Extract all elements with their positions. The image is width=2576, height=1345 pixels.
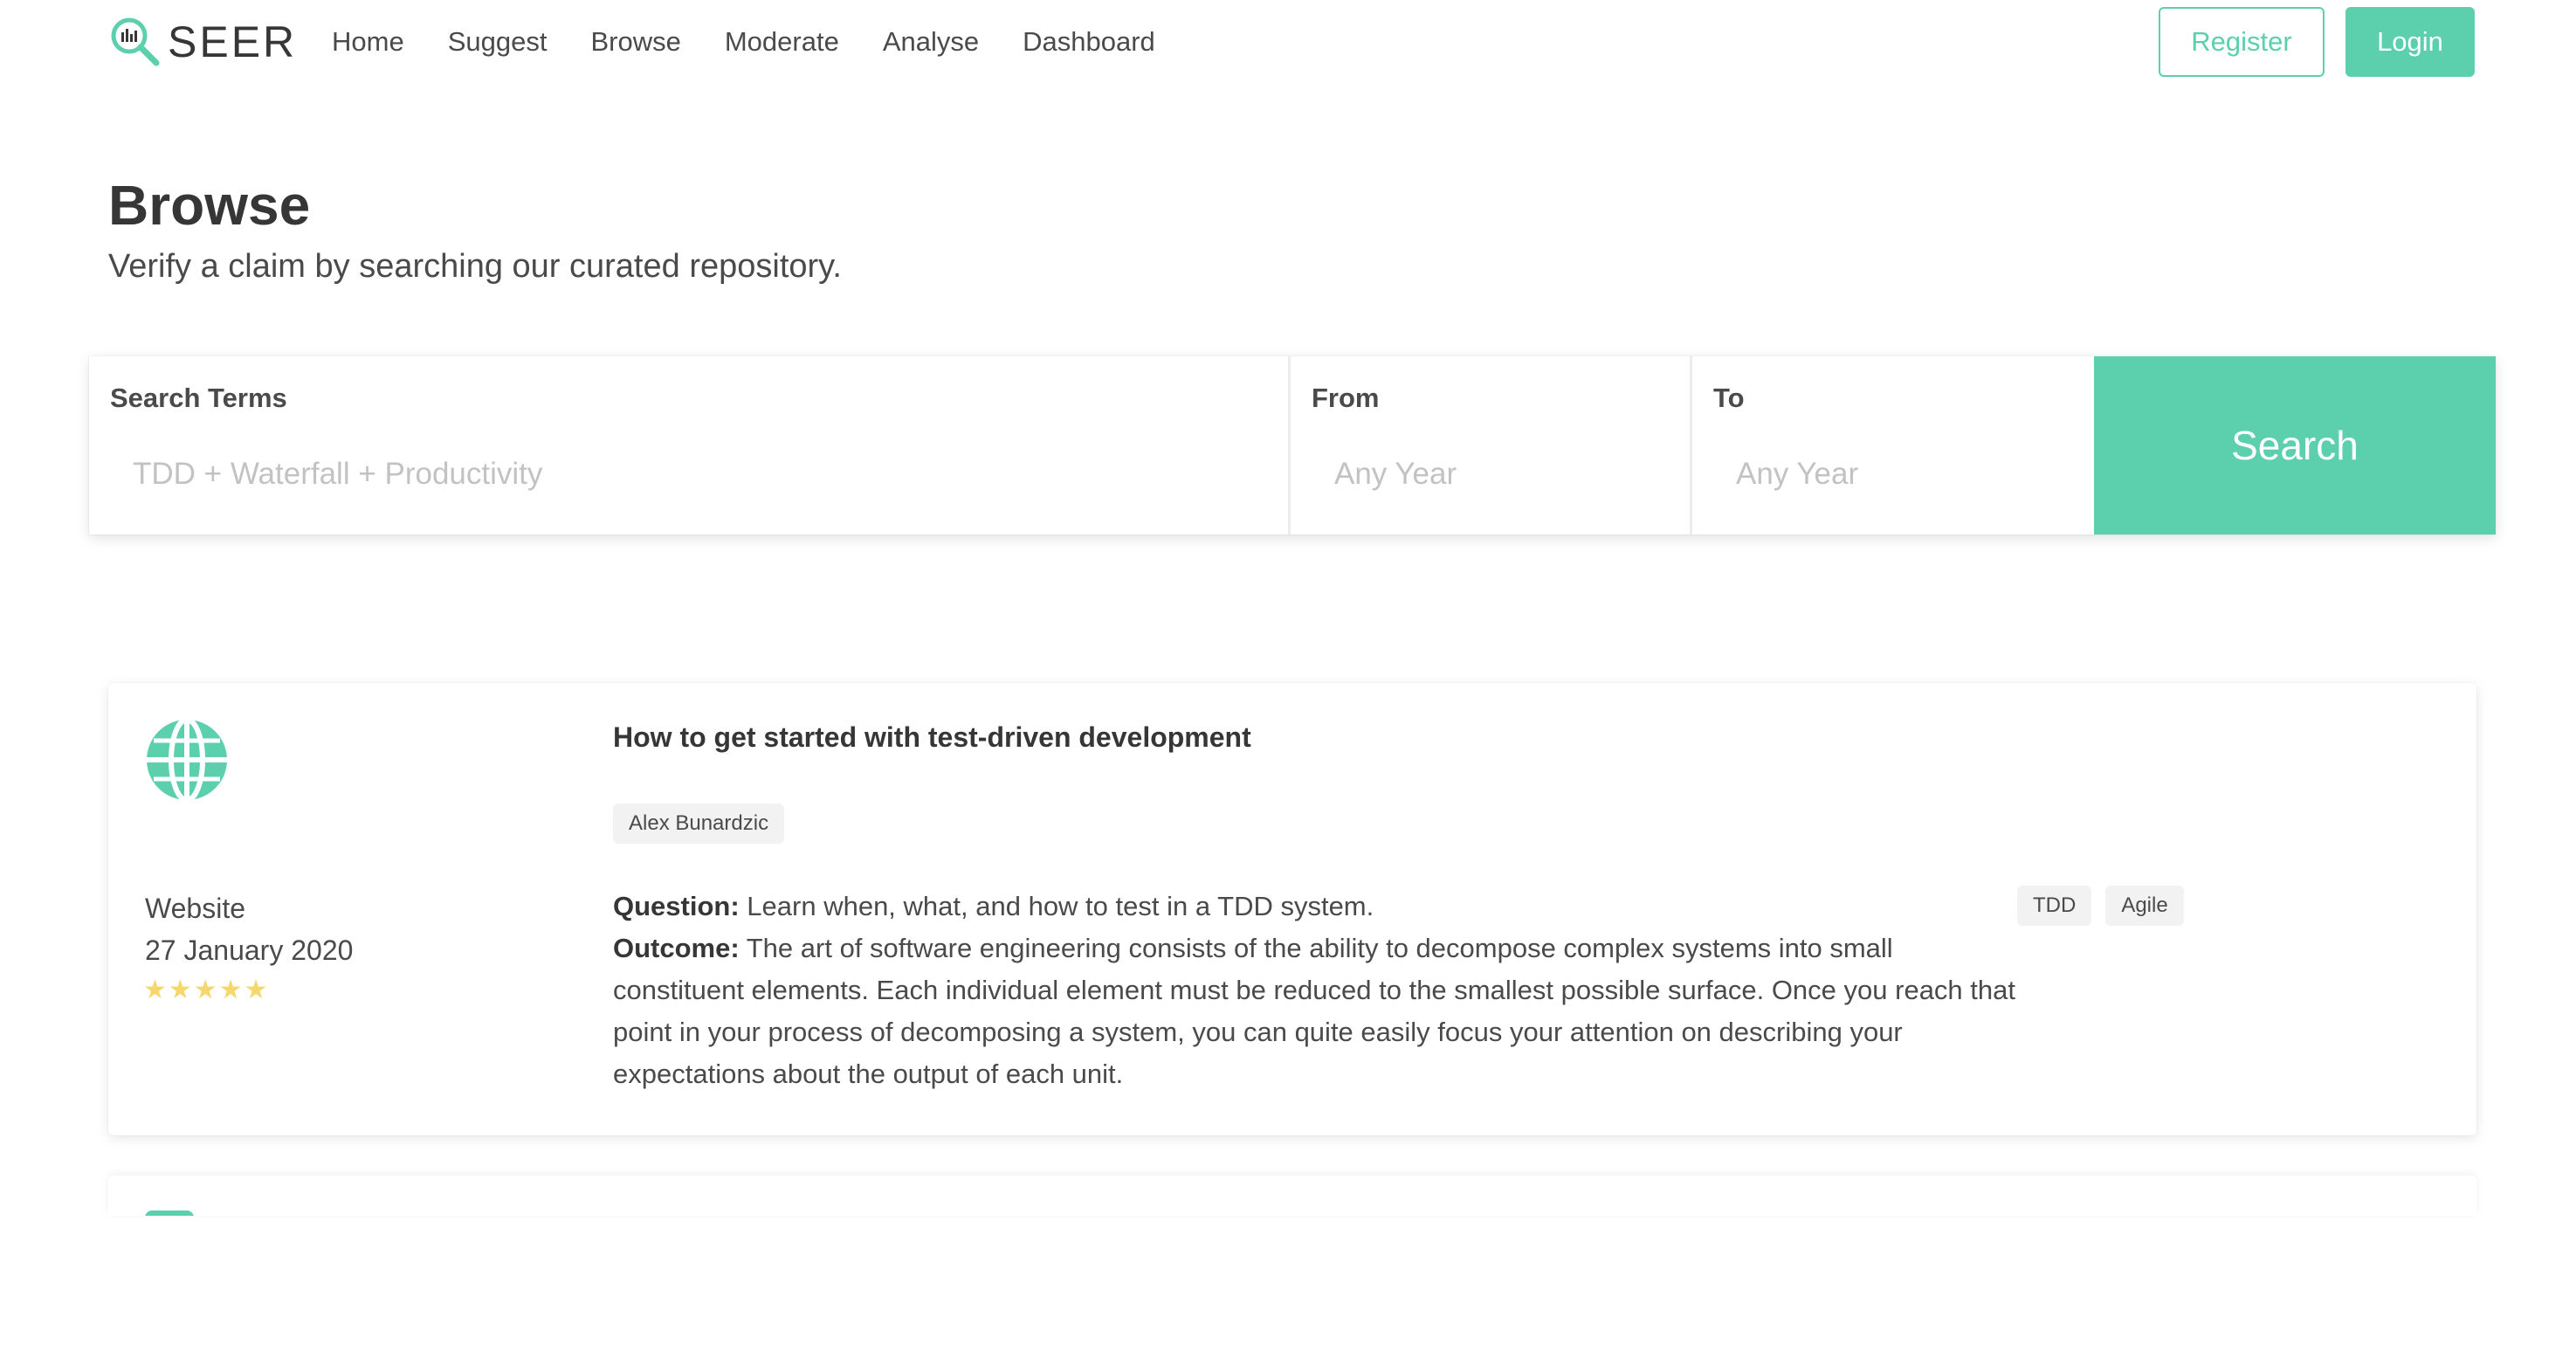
magnifier-chart-icon <box>111 17 160 66</box>
page-subtitle: Verify a claim by searching our curated … <box>108 248 842 285</box>
search-terms-field: Search Terms <box>89 356 1291 535</box>
publish-date: 27 January 2020 <box>145 935 354 966</box>
to-year-input[interactable] <box>1713 444 2073 505</box>
nav-browse[interactable]: Browse <box>590 24 680 59</box>
to-year-label: To <box>1713 383 1745 413</box>
tag-tdd[interactable]: TDD <box>2017 886 2092 926</box>
from-year-label: From <box>1312 383 1380 413</box>
result-summary: Question: Learn when, what, and how to t… <box>613 886 2028 1095</box>
register-button[interactable]: Register <box>2159 7 2325 77</box>
search-button[interactable]: Search <box>2094 356 2496 535</box>
tag-list: TDD Agile <box>2017 886 2198 926</box>
from-year-input[interactable] <box>1312 444 1669 505</box>
question-line: Question: Learn when, what, and how to t… <box>613 886 2028 928</box>
login-button[interactable]: Login <box>2345 7 2475 77</box>
page-title: Browse <box>108 174 311 237</box>
nav-dashboard[interactable]: Dashboard <box>1023 24 1155 59</box>
globe-icon <box>147 718 227 802</box>
brand-name: SEER <box>168 17 298 66</box>
globe-icon <box>145 1210 194 1216</box>
search-form: Search Terms From To Search <box>89 356 2496 535</box>
navbar: SEER Home Suggest Browse Moderate Analys… <box>0 0 2576 87</box>
outcome-text: The art of software engineering consists… <box>613 933 2015 1089</box>
nav-analyse[interactable]: Analyse <box>883 24 979 59</box>
nav-home[interactable]: Home <box>332 24 404 59</box>
tag-agile[interactable]: Agile <box>2105 886 2184 926</box>
outcome-line: Outcome: The art of software engineering… <box>613 928 2028 1095</box>
star-rating: ★★★★★ <box>143 976 270 1004</box>
nav-links: Home Suggest Browse Moderate Analyse Das… <box>332 24 1199 59</box>
nav-suggest[interactable]: Suggest <box>448 24 548 59</box>
author-tag[interactable]: Alex Bunardzic <box>613 804 785 844</box>
brand-logo[interactable]: SEER <box>108 16 297 68</box>
from-year-field: From <box>1291 356 1692 535</box>
result-title[interactable]: How to get started with test-driven deve… <box>613 721 1251 754</box>
nav-moderate[interactable]: Moderate <box>725 24 839 59</box>
question-text: Learn when, what, and how to test in a T… <box>747 891 1374 921</box>
outcome-label: Outcome: <box>613 933 740 963</box>
question-label: Question: <box>613 891 740 921</box>
result-card-partial[interactable] <box>108 1176 2476 1216</box>
search-terms-input[interactable] <box>110 444 1267 505</box>
source-type: Website <box>145 893 246 924</box>
search-terms-label: Search Terms <box>110 383 287 413</box>
result-card[interactable]: Website 27 January 2020 ★★★★★ How to get… <box>108 683 2476 1135</box>
to-year-field: To <box>1692 356 2094 535</box>
